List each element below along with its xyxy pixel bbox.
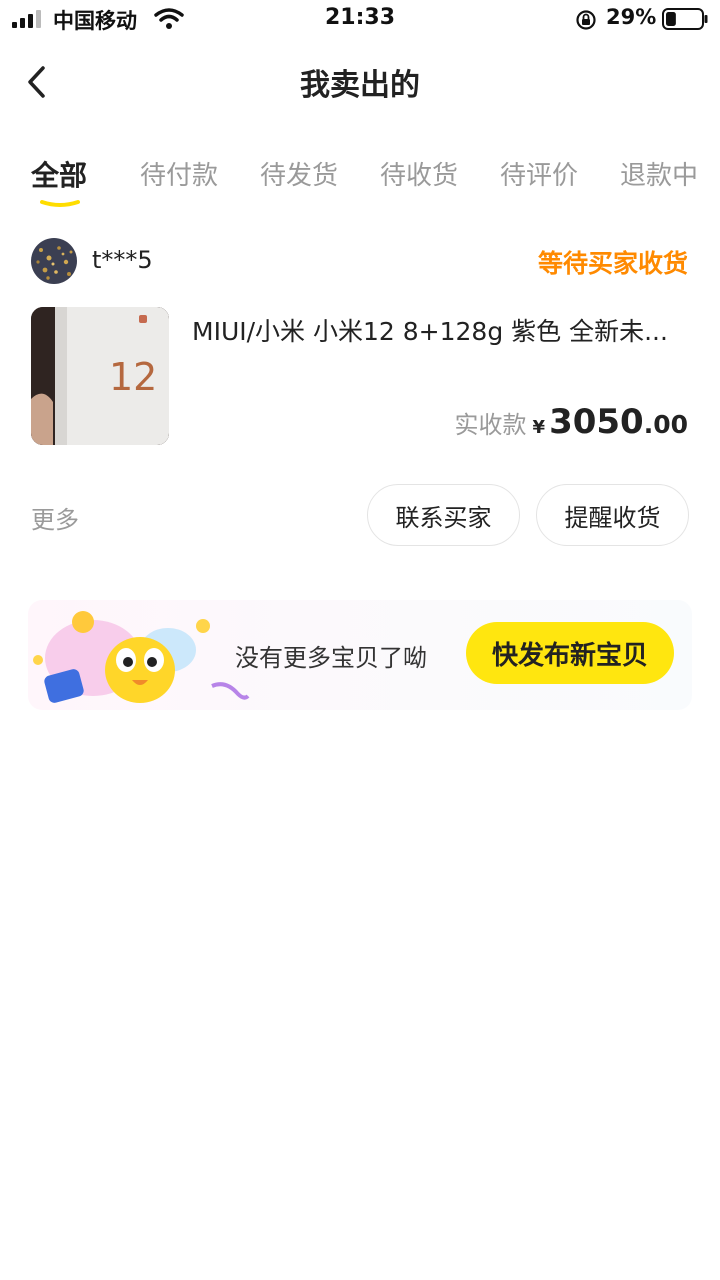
price-label: 实收款 <box>454 411 527 439</box>
more-link[interactable]: 更多 <box>31 500 79 535</box>
price-decimal: .00 <box>643 410 688 439</box>
avatar[interactable] <box>31 238 77 284</box>
rotation-lock-icon <box>576 10 596 30</box>
tab-all[interactable]: 全部 <box>31 154 87 194</box>
no-more-items-text: 没有更多宝贝了呦 <box>235 644 427 672</box>
price-integer: 3050 <box>549 402 644 442</box>
battery-icon <box>662 8 708 30</box>
tab-refunding[interactable]: 退款中 <box>620 155 698 192</box>
product-title[interactable]: MIUI/小米 小米12 8+128g 紫色 全新未... <box>192 312 692 348</box>
contact-buyer-button[interactable]: 联系买家 <box>367 484 520 546</box>
status-bar: 中国移动 21:33 29% <box>0 0 720 40</box>
order-tabs: 全部 待付款 待发货 待收货 待评价 退款中 <box>0 155 720 215</box>
mascot-icon <box>33 611 250 703</box>
product-thumbnail[interactable]: 12 <box>31 307 169 445</box>
page-title: 我卖出的 <box>300 68 420 103</box>
battery-percent: 29% <box>606 5 657 29</box>
order-status-badge: 等待买家收货 <box>537 249 688 278</box>
buyer-name[interactable]: t***5 <box>92 246 153 274</box>
active-tab-indicator <box>40 200 80 207</box>
remind-receipt-button[interactable]: 提醒收货 <box>536 484 689 546</box>
price-row: 实收款 ¥ 3050 .00 <box>455 402 688 442</box>
tab-pending-review[interactable]: 待评价 <box>500 155 578 192</box>
currency-symbol: ¥ <box>532 417 546 438</box>
tab-pending-shipment[interactable]: 待发货 <box>260 155 338 192</box>
tab-pending-payment[interactable]: 待付款 <box>140 155 218 192</box>
tab-pending-receipt[interactable]: 待收货 <box>380 155 458 192</box>
thumb-label: 12 <box>109 355 157 399</box>
publish-new-item-button[interactable]: 快发布新宝贝 <box>466 622 674 684</box>
empty-state-banner: 没有更多宝贝了呦 快发布新宝贝 <box>28 600 692 710</box>
